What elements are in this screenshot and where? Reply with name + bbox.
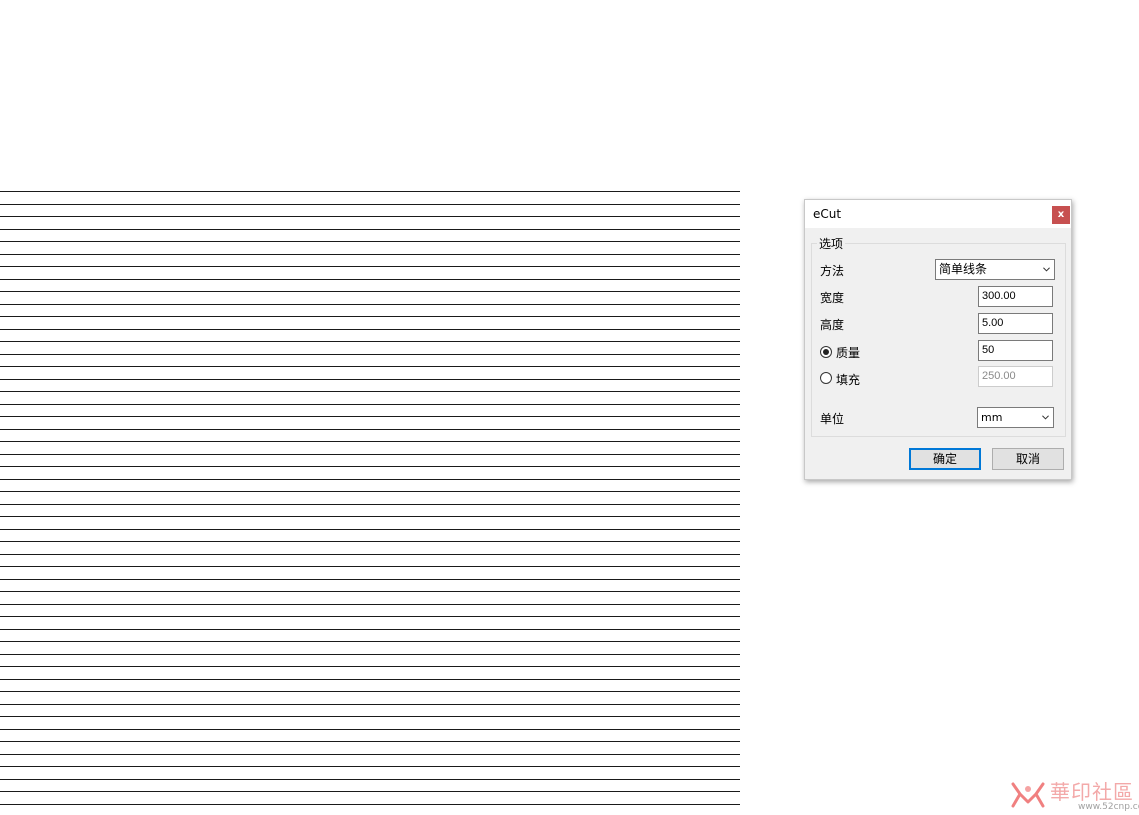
dialog-title: eCut [813, 207, 842, 221]
watermark: 華印社區 www.52cnp.com [1010, 776, 1139, 815]
cut-line [0, 716, 740, 717]
ecut-dialog: eCut x 选项 方法 简单线条 宽度 300.00 高度 5.00 质量 5… [804, 199, 1072, 480]
cut-line [0, 741, 740, 742]
quality-radio[interactable] [820, 346, 832, 358]
cut-line [0, 629, 740, 630]
cut-line [0, 516, 740, 517]
cut-line [0, 804, 740, 805]
unit-label: 单位 [820, 412, 845, 426]
cut-line [0, 216, 740, 217]
cut-line [0, 479, 740, 480]
fill-input: 250.00 [978, 366, 1053, 387]
cut-line [0, 191, 740, 192]
fill-label: 填充 [836, 373, 861, 387]
cut-line [0, 491, 740, 492]
chevron-down-icon [1043, 267, 1050, 272]
cut-line [0, 466, 740, 467]
watermark-url: www.52cnp.com [1078, 802, 1139, 812]
cut-line [0, 554, 740, 555]
cut-line [0, 441, 740, 442]
cut-line [0, 304, 740, 305]
cut-line [0, 404, 740, 405]
cut-line [0, 229, 740, 230]
close-button[interactable]: x [1052, 206, 1070, 224]
cut-line [0, 366, 740, 367]
quality-input[interactable]: 50 [978, 340, 1053, 361]
height-input[interactable]: 5.00 [978, 313, 1053, 334]
method-select-value: 简单线条 [939, 262, 988, 276]
cut-line [0, 391, 740, 392]
watermark-logo-icon [1011, 782, 1045, 808]
cut-line [0, 779, 740, 780]
width-input[interactable]: 300.00 [978, 286, 1053, 307]
cut-line [0, 329, 740, 330]
height-label: 高度 [820, 318, 845, 332]
cut-line [0, 566, 740, 567]
cut-line [0, 729, 740, 730]
watermark-text: 華印社區 [1050, 780, 1134, 804]
options-group-label: 选项 [817, 235, 846, 252]
dialog-titlebar[interactable]: eCut x [805, 200, 1071, 228]
chevron-down-icon [1042, 415, 1049, 420]
cut-line [0, 379, 740, 380]
cut-line [0, 291, 740, 292]
cut-line [0, 591, 740, 592]
cut-line [0, 579, 740, 580]
cancel-button[interactable]: 取消 [992, 448, 1064, 470]
cut-line [0, 641, 740, 642]
method-label: 方法 [820, 264, 845, 278]
cut-line [0, 454, 740, 455]
cut-line [0, 354, 740, 355]
cut-lines-area [0, 191, 740, 805]
unit-select[interactable]: mm [977, 407, 1054, 428]
cut-line [0, 704, 740, 705]
cut-line [0, 341, 740, 342]
cut-line [0, 541, 740, 542]
cut-line [0, 279, 740, 280]
cut-line [0, 691, 740, 692]
cut-line [0, 429, 740, 430]
cut-line [0, 316, 740, 317]
cut-line [0, 791, 740, 792]
cut-line [0, 266, 740, 267]
cut-line [0, 504, 740, 505]
cut-line [0, 654, 740, 655]
cut-line [0, 616, 740, 617]
cut-line [0, 679, 740, 680]
cut-line [0, 754, 740, 755]
unit-select-value: mm [981, 411, 1003, 424]
cut-line [0, 529, 740, 530]
cut-line [0, 241, 740, 242]
quality-label: 质量 [836, 346, 861, 360]
cut-line [0, 666, 740, 667]
cut-line [0, 254, 740, 255]
cut-line [0, 416, 740, 417]
ok-button[interactable]: 确定 [909, 448, 981, 470]
method-select[interactable]: 简单线条 [935, 259, 1055, 280]
cut-line [0, 766, 740, 767]
width-label: 宽度 [820, 291, 845, 305]
fill-radio[interactable] [820, 372, 832, 384]
cut-line [0, 604, 740, 605]
cut-line [0, 204, 740, 205]
